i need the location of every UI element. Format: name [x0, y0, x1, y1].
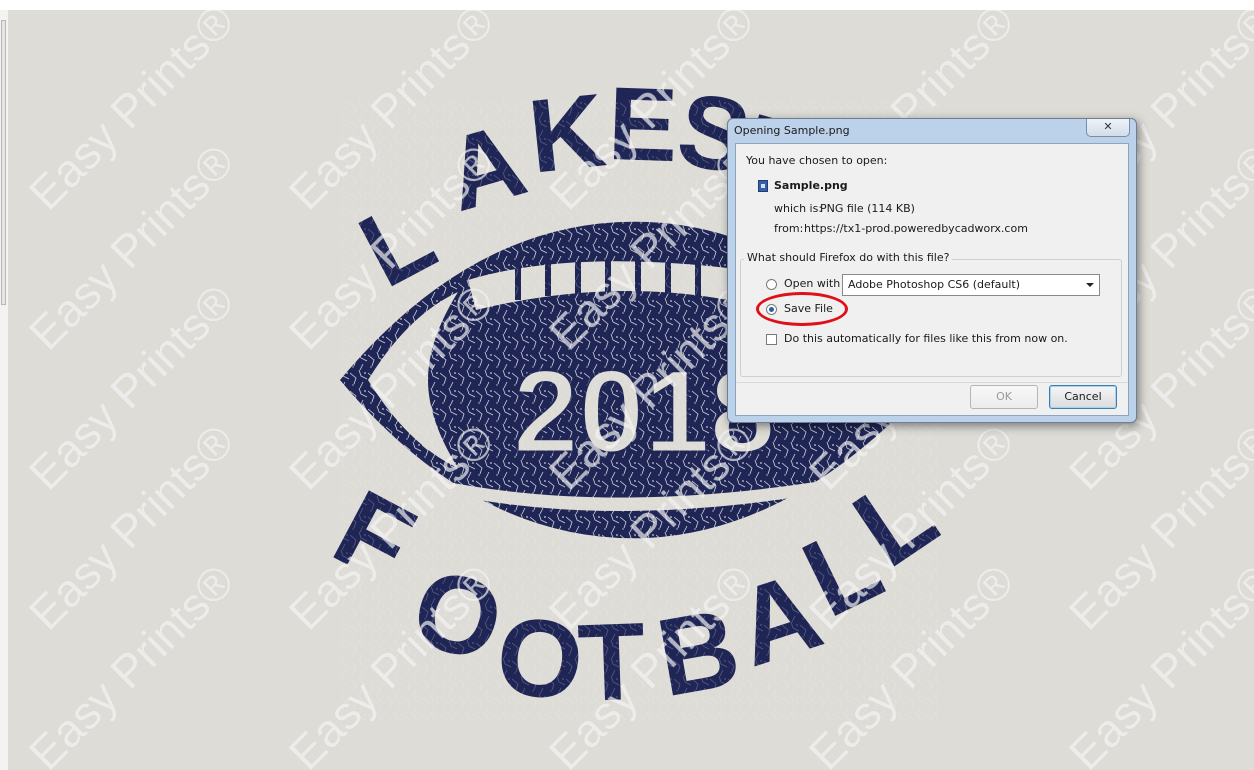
- chevron-down-icon[interactable]: [1086, 283, 1094, 287]
- file-name: Sample.png: [774, 179, 848, 192]
- open-with-label[interactable]: Open with: [784, 277, 840, 290]
- which-is-label: which is:: [774, 202, 823, 215]
- png-file-icon: [758, 180, 768, 192]
- auto-action-checkbox[interactable]: [766, 334, 777, 345]
- red-highlight-circle: [756, 292, 848, 326]
- close-icon: ✕: [1103, 120, 1113, 133]
- divider: [736, 382, 1128, 383]
- file-download-dialog: Opening Sample.png ✕ You have chosen to …: [727, 118, 1137, 423]
- open-with-app-value: Adobe Photoshop CS6 (default): [848, 278, 1021, 291]
- ok-button[interactable]: OK: [970, 385, 1038, 409]
- open-with-radio[interactable]: [766, 279, 777, 290]
- action-question: What should Firefox do with this file?: [744, 251, 953, 264]
- close-button[interactable]: ✕: [1086, 119, 1130, 137]
- cancel-button[interactable]: Cancel: [1049, 385, 1117, 409]
- scrollbar-thumb[interactable]: [1, 20, 6, 305]
- from-value: https://tx1-prod.poweredbycadworx.com: [804, 222, 1028, 235]
- intro-text: You have chosen to open:: [746, 154, 888, 167]
- auto-action-label[interactable]: Do this automatically for files like thi…: [784, 332, 1068, 345]
- dialog-title: Opening Sample.png: [734, 124, 850, 137]
- dialog-body: You have chosen to open: Sample.png whic…: [735, 143, 1129, 416]
- which-is-value: PNG file (114 KB): [820, 202, 915, 215]
- from-label: from:: [774, 222, 804, 235]
- open-with-app-select[interactable]: Adobe Photoshop CS6 (default): [842, 274, 1100, 296]
